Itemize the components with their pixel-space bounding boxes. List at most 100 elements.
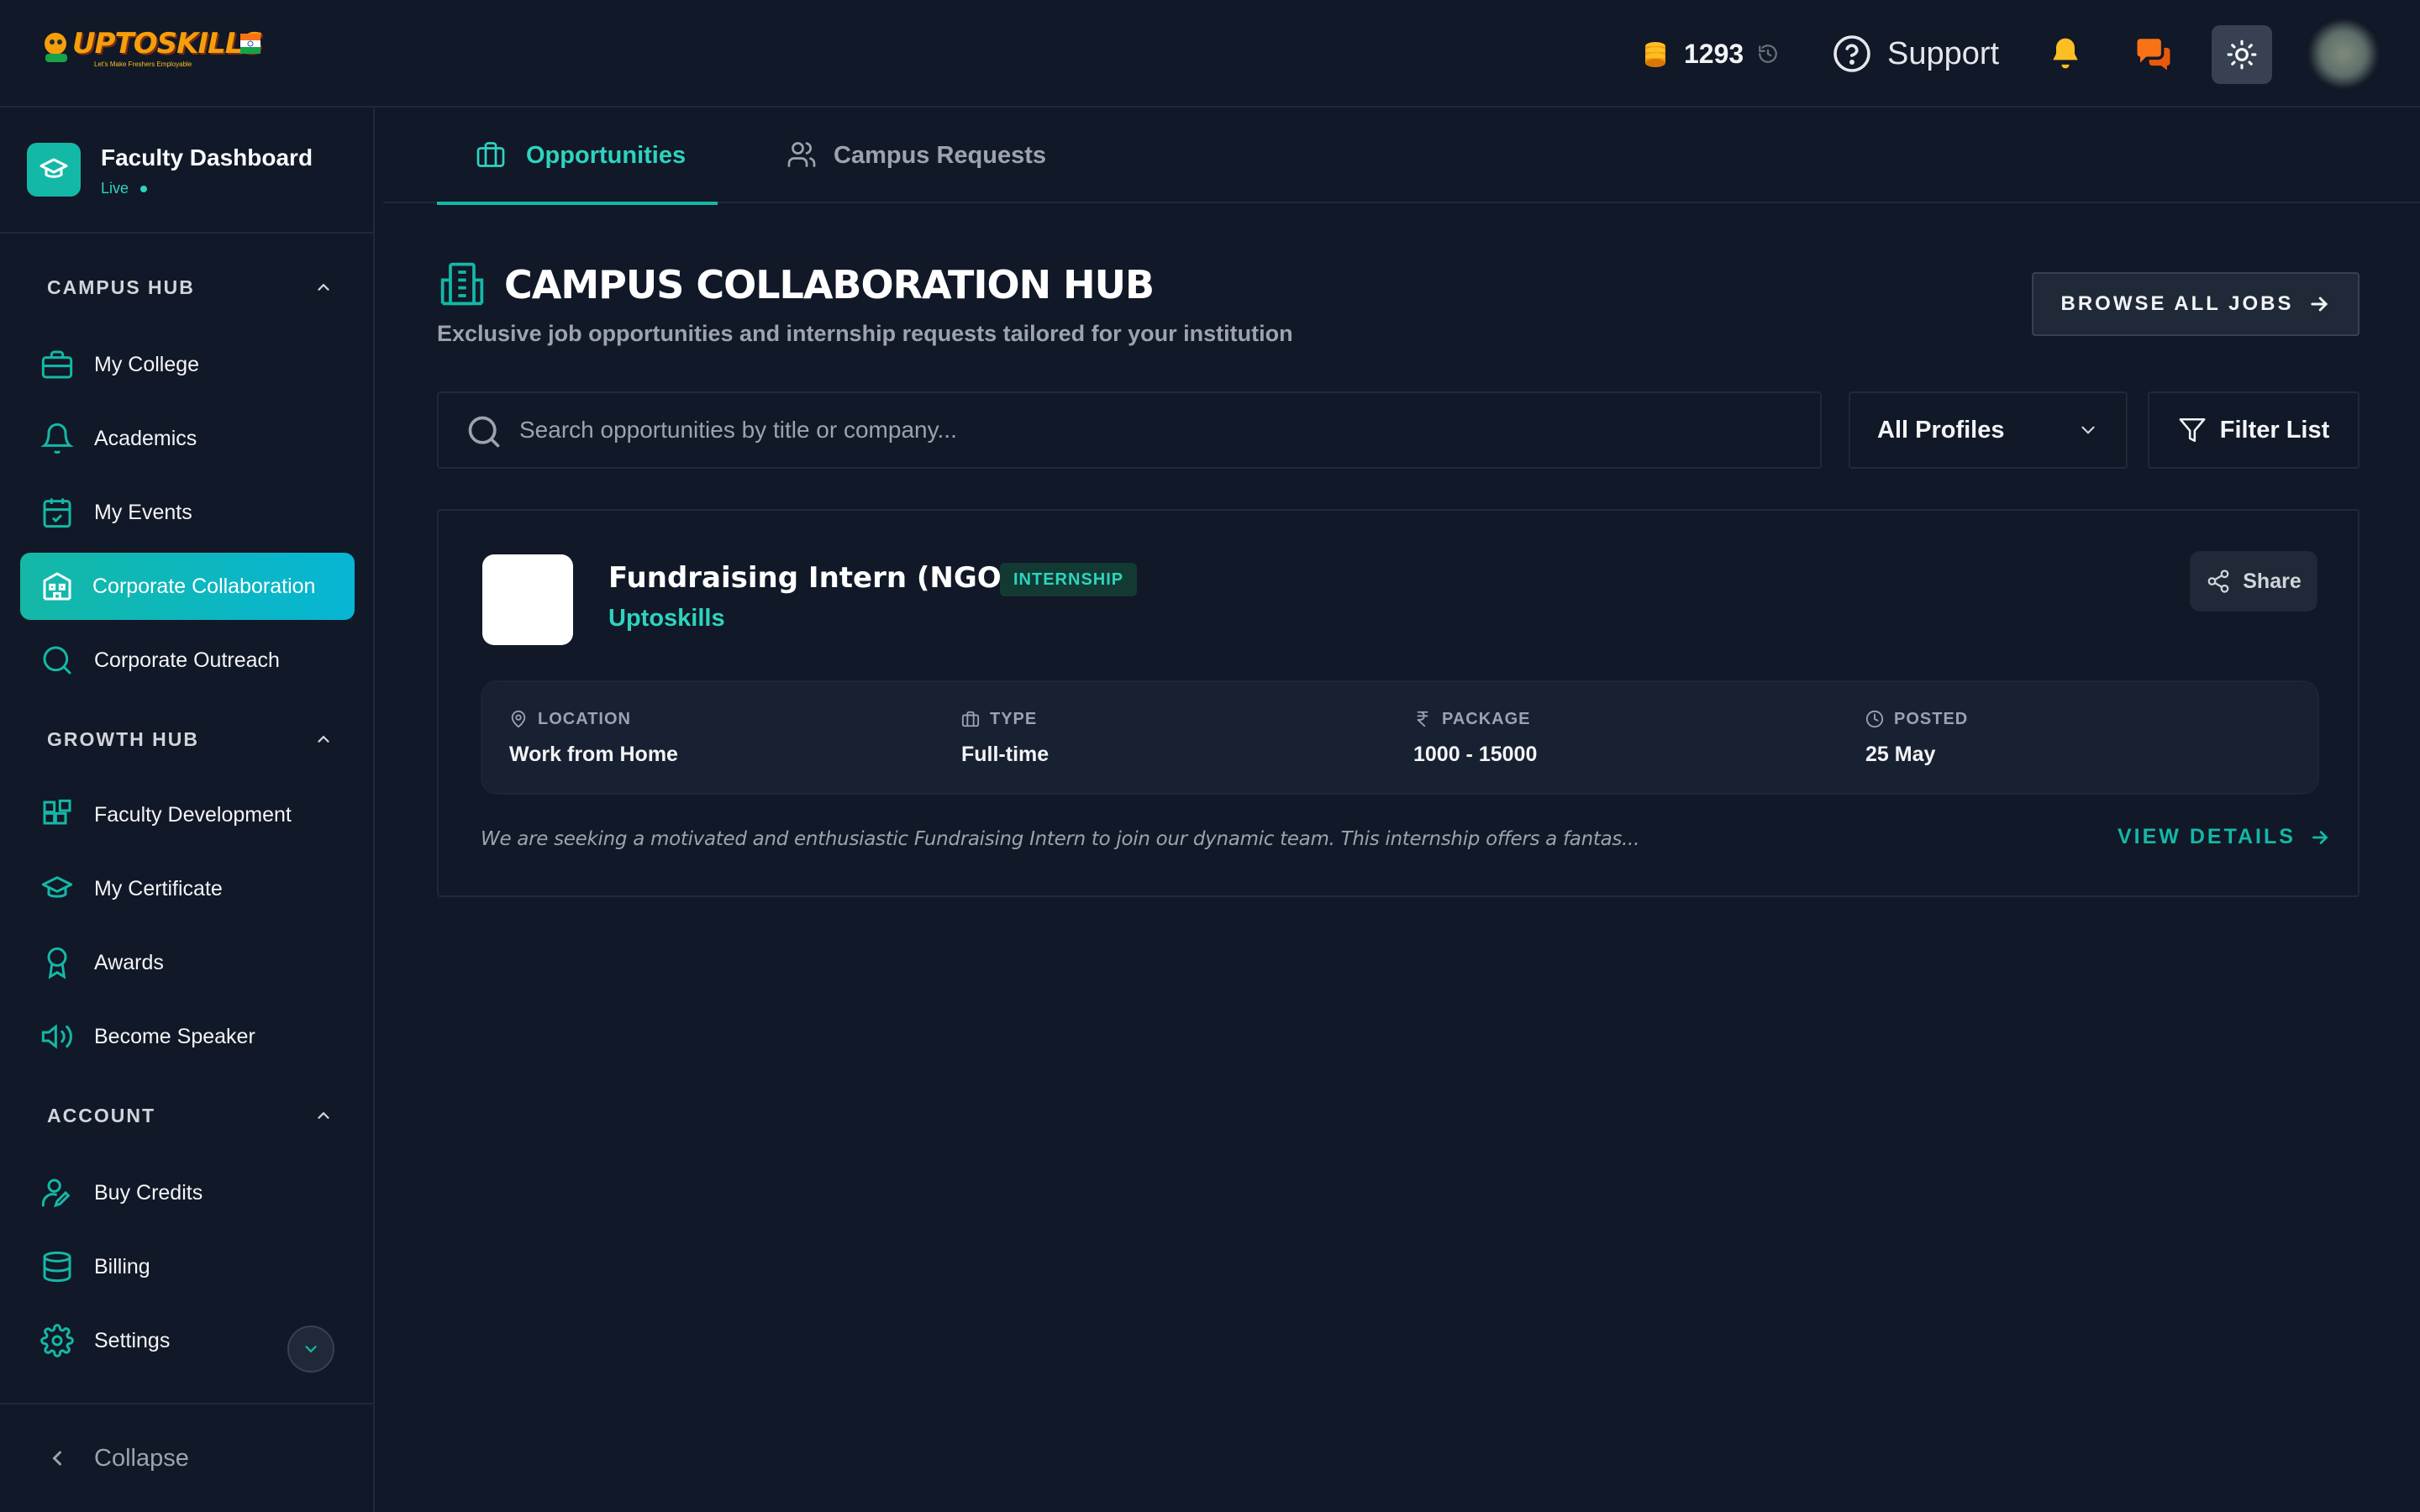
chevron-down-icon xyxy=(305,1346,317,1353)
section-label: CAMPUS HUB xyxy=(47,276,195,298)
notifications-button[interactable] xyxy=(2047,35,2084,72)
rupee-icon xyxy=(1417,711,1428,727)
arrow-right-icon xyxy=(2312,830,2328,844)
live-status: Live xyxy=(101,180,148,197)
filter-list-label: Filter List xyxy=(2219,416,2330,444)
chevron-down-icon xyxy=(2081,426,2095,434)
bell-icon xyxy=(40,423,74,454)
sidebar-item-label: Corporate Collaboration xyxy=(92,574,316,598)
logo-flag-icon xyxy=(240,34,260,54)
sidebar-item-label: Corporate Outreach xyxy=(94,648,280,672)
filter-icon xyxy=(2179,417,2206,443)
logo-mascot-icon xyxy=(45,33,67,62)
clock-icon xyxy=(1865,710,1884,728)
chevron-up-icon xyxy=(318,1111,329,1119)
live-status-label: Live xyxy=(101,180,129,197)
coins-value: 1293 xyxy=(1684,38,1744,69)
support-button[interactable]: Support xyxy=(1832,32,1999,76)
job-description: We are seeking a motivated and enthusias… xyxy=(481,828,1640,850)
tab-label: Campus Requests xyxy=(834,141,1047,169)
messages-button[interactable] xyxy=(2134,35,2173,72)
collapse-label: Collapse xyxy=(94,1445,189,1472)
building-icon xyxy=(43,572,71,601)
user-edit-icon xyxy=(41,1179,71,1208)
chevron-left-icon xyxy=(52,1451,61,1466)
graduation-cap-icon xyxy=(27,143,81,197)
map-pin-icon xyxy=(511,710,526,728)
meta-value: Work from Home xyxy=(509,743,678,766)
sidebar-item-label: Settings xyxy=(94,1328,171,1352)
meta-posted: POSTED 25 May xyxy=(1865,707,1968,767)
briefcase-icon xyxy=(961,711,980,727)
dashboard-header: Faculty Dashboard Live xyxy=(0,108,373,234)
meta-package: PACKAGE 1000 - 15000 xyxy=(1413,707,1537,767)
sidebar-item-my-certificate[interactable]: My Certificate xyxy=(20,855,355,922)
meta-key: TYPE xyxy=(990,709,1038,728)
meta-key: PACKAGE xyxy=(1442,709,1531,728)
job-title[interactable]: Fundraising Intern (NGO) xyxy=(608,561,1014,595)
dashboard-title: Faculty Dashboard xyxy=(101,144,313,171)
sidebar-item-label: Billing xyxy=(94,1254,150,1278)
view-details-label: VIEW DETAILS xyxy=(2118,825,2296,848)
users-icon xyxy=(787,142,816,167)
sidebar-item-label: My Certificate xyxy=(94,876,223,900)
tab-active-indicator xyxy=(437,202,718,205)
section-account[interactable]: ACCOUNT xyxy=(47,1099,333,1132)
sidebar-item-corporate-outreach[interactable]: Corporate Outreach xyxy=(20,627,355,694)
graduation-cap-icon xyxy=(41,876,73,898)
sidebar-item-awards[interactable]: Awards xyxy=(20,929,355,996)
collapse-button[interactable]: Collapse xyxy=(0,1403,373,1512)
calendar-check-icon xyxy=(43,498,71,528)
sidebar-item-label: My College xyxy=(94,352,200,376)
job-card[interactable]: Fundraising Intern (NGO) INTERNSHIP Upto… xyxy=(437,509,2360,897)
sidebar-item-label: Buy Credits xyxy=(94,1180,203,1205)
browse-all-jobs-label: BROWSE ALL JOBS xyxy=(2060,292,2294,315)
briefcase-icon xyxy=(476,142,505,167)
logo-text: UPTOSKILLS xyxy=(72,27,263,60)
award-icon xyxy=(47,947,67,979)
chat-icon xyxy=(2137,39,2170,71)
database-icon xyxy=(43,1251,71,1283)
arrow-right-icon xyxy=(2310,297,2328,312)
view-details-link[interactable]: VIEW DETAILS xyxy=(2118,825,2331,849)
section-label: ACCOUNT xyxy=(47,1104,155,1126)
sidebar-item-corporate-collaboration[interactable]: Corporate Collaboration xyxy=(20,553,355,620)
section-growth-hub[interactable]: GROWTH HUB xyxy=(47,722,333,756)
briefcase-icon xyxy=(41,350,73,379)
top-bar: UPTOSKILLS Let's Make Freshers Employabl… xyxy=(0,0,2420,108)
sidebar-item-faculty-development[interactable]: Faculty Development xyxy=(20,781,355,848)
filter-list-button[interactable]: Filter List xyxy=(2148,391,2360,469)
sidebar-item-my-events[interactable]: My Events xyxy=(20,479,355,546)
profiles-dropdown[interactable]: All Profiles xyxy=(1849,391,2128,469)
tab-bar: Opportunities Campus Requests xyxy=(383,108,2420,205)
sidebar-item-my-college[interactable]: My College xyxy=(20,331,355,398)
history-icon[interactable] xyxy=(1757,43,1779,65)
user-avatar[interactable] xyxy=(2307,20,2380,87)
sidebar-item-billing[interactable]: Billing xyxy=(20,1233,355,1300)
sidebar-item-buy-credits[interactable]: Buy Credits xyxy=(20,1159,355,1226)
tab-label: Opportunities xyxy=(526,141,687,169)
section-campus-hub[interactable]: CAMPUS HUB xyxy=(47,270,333,304)
profiles-selected-value: All Profiles xyxy=(1877,416,2005,444)
uptoskills-logo[interactable]: UPTOSKILLS Let's Make Freshers Employabl… xyxy=(40,25,263,74)
coins-balance[interactable]: 1293 xyxy=(1640,34,1779,74)
sidebar-item-label: Academics xyxy=(94,426,197,450)
office-building-icon xyxy=(440,262,484,306)
company-name[interactable]: Uptoskills xyxy=(608,605,725,633)
speaker-icon xyxy=(41,1024,72,1049)
tab-opportunities[interactable]: Opportunities xyxy=(437,108,718,205)
sidebar-scroll-down-button[interactable] xyxy=(287,1326,334,1373)
share-label: Share xyxy=(2243,569,2302,593)
theme-toggle-button[interactable] xyxy=(2212,25,2272,84)
sidebar-item-become-speaker[interactable]: Become Speaker xyxy=(20,1003,355,1070)
share-icon xyxy=(2207,570,2229,593)
sidebar-item-academics[interactable]: Academics xyxy=(20,405,355,472)
page-title: CAMPUS COLLABORATION HUB xyxy=(504,262,1155,307)
sidebar: Faculty Dashboard Live CAMPUS HUB My Col… xyxy=(0,108,375,1512)
search-input[interactable] xyxy=(519,393,1780,467)
job-type-badge: INTERNSHIP xyxy=(1000,563,1138,596)
tab-campus-requests[interactable]: Campus Requests xyxy=(753,108,1046,203)
share-button[interactable]: Share xyxy=(2190,551,2317,612)
browse-all-jobs-button[interactable]: BROWSE ALL JOBS xyxy=(2032,272,2360,336)
meta-location: LOCATION Work from Home xyxy=(509,707,678,767)
